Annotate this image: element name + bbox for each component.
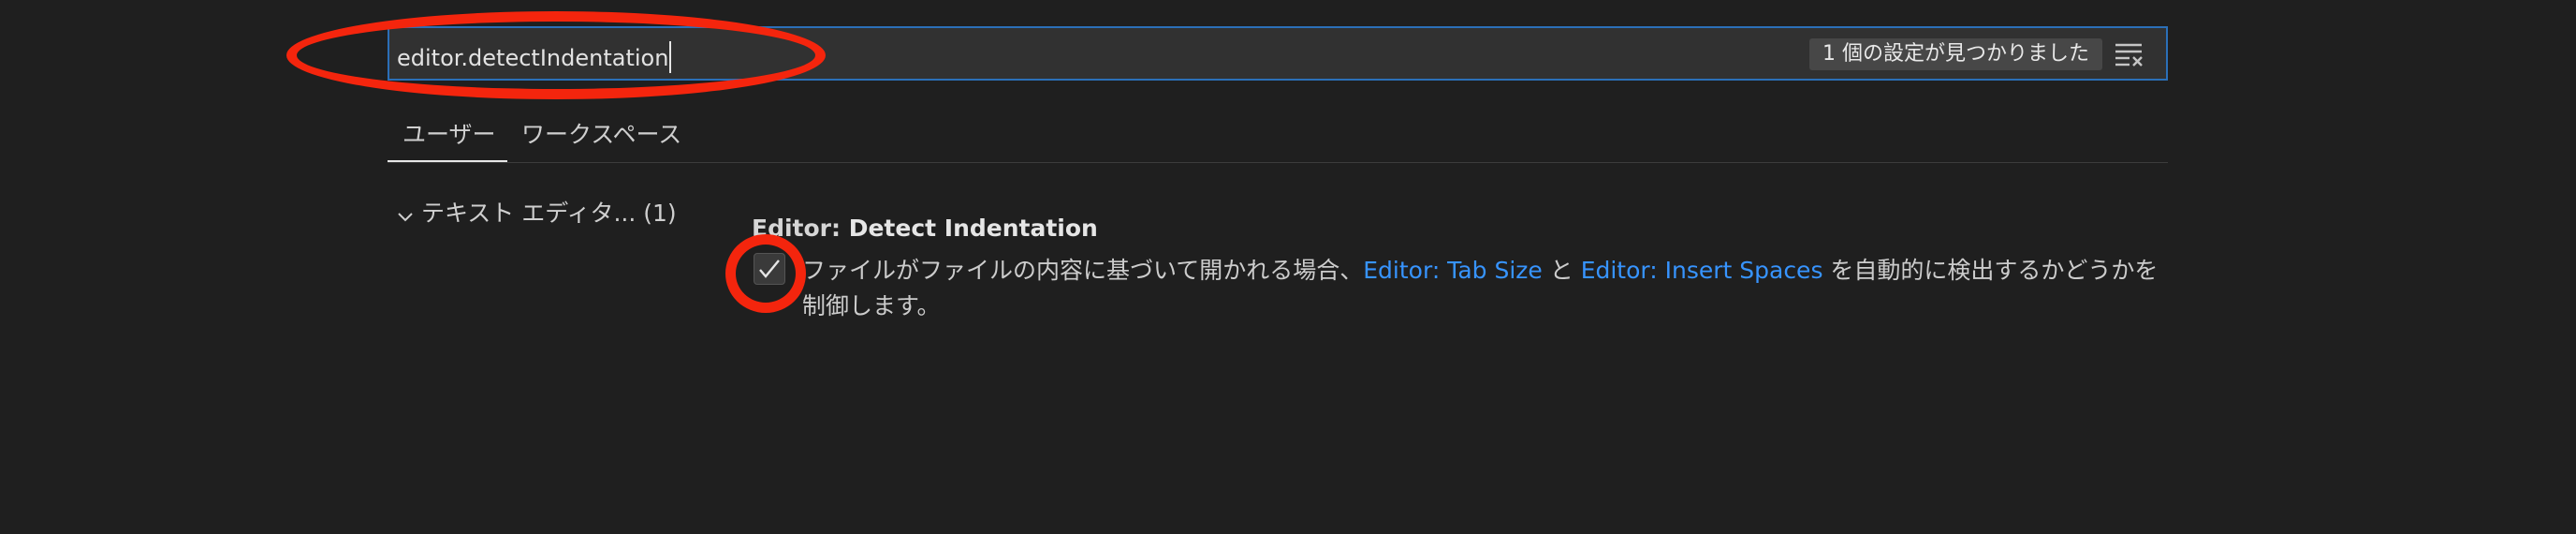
toc-item-count: (1) [643, 200, 677, 227]
results-count-badge: 1 個の設定が見つかりました [1809, 38, 2102, 70]
setting-name: Detect Indentation [848, 215, 1098, 242]
settings-scope-tabs: ユーザー ワークスペース [388, 105, 2168, 163]
tab-user[interactable]: ユーザー [402, 116, 496, 150]
chevron-down-icon [398, 213, 413, 222]
setting-description: ファイルがファイルの内容に基づいて開かれる場合、Editor: Tab Size… [802, 253, 2174, 324]
settings-page: editor.detectIndentation 1 個の設定が見つかりました … [0, 0, 2576, 534]
toc-item-label: テキスト エディタ... [421, 200, 637, 227]
description-text-2: と [1542, 257, 1581, 284]
annotation-circle-checkbox [725, 234, 806, 313]
active-tab-indicator [388, 160, 507, 162]
setting-title: Editor: Detect Indentation [752, 215, 1098, 242]
annotation-circle-search [286, 11, 826, 99]
tab-workspace[interactable]: ワークスペース [521, 116, 681, 150]
clear-filter-icon[interactable] [2114, 40, 2145, 68]
tab-size-link[interactable]: Editor: Tab Size [1363, 257, 1543, 284]
toc-item-text-editor[interactable]: テキスト エディタ... (1) [397, 195, 677, 229]
description-text-1: ファイルがファイルの内容に基づいて開かれる場合、 [802, 257, 1364, 284]
insert-spaces-link[interactable]: Editor: Insert Spaces [1581, 257, 1823, 284]
